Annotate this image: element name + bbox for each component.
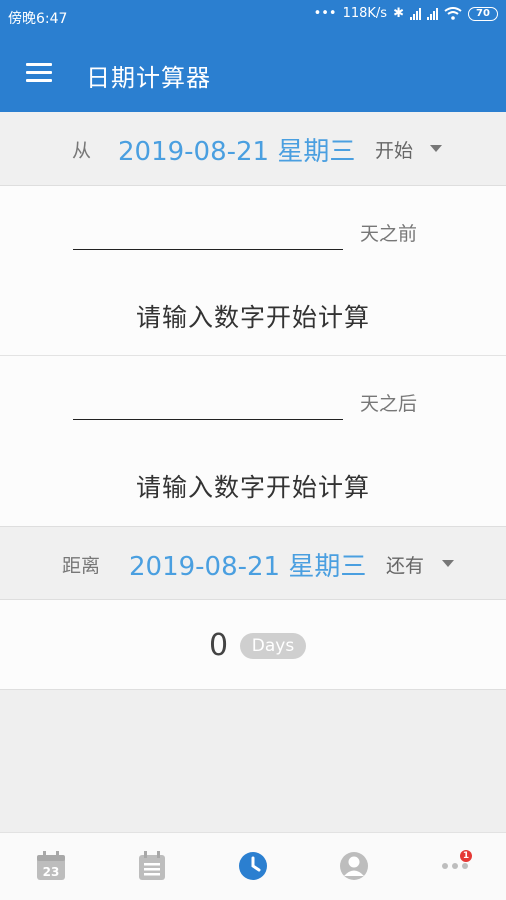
calendar-day-number: 23 — [43, 865, 60, 879]
calendar-list-icon — [139, 851, 165, 880]
wifi-icon — [444, 7, 462, 20]
page-title: 日期计算器 — [86, 64, 211, 92]
app-bar: 日期计算器 — [0, 34, 506, 112]
clock-icon — [239, 852, 267, 880]
user-avatar-icon — [340, 852, 368, 880]
distance-date-row: 距离 2019-08-21 星期三 还有 — [0, 526, 506, 600]
days-count: 0 — [209, 628, 229, 663]
distance-mode-dropdown[interactable]: 还有 — [386, 551, 424, 578]
dots-icon: ••• — [313, 6, 337, 21]
nav-user[interactable] — [303, 833, 404, 900]
days-before-suffix: 天之前 — [360, 223, 418, 245]
network-speed: 118K/s — [342, 6, 388, 21]
days-before-card: 天之前 请输入数字开始计算 — [0, 186, 506, 356]
battery-icon: 70 — [468, 6, 498, 21]
notification-badge: 1 — [460, 850, 472, 862]
signal-icon — [410, 7, 421, 20]
days-after-result-hint: 请输入数字开始计算 — [135, 473, 370, 502]
distance-label: 距离 — [62, 555, 101, 577]
status-icons: ••• 118K/s ✱ 70 — [314, 6, 498, 21]
from-mode-dropdown[interactable]: 开始 — [375, 136, 413, 163]
status-bar: 傍晚6:47 ••• 118K/s ✱ 70 — [0, 0, 506, 34]
calendar-date-icon: 23 — [37, 851, 65, 880]
from-date-picker[interactable]: 2019-08-21 星期三 — [118, 131, 355, 168]
chevron-down-icon[interactable] — [430, 145, 442, 152]
days-before-result-hint: 请输入数字开始计算 — [135, 303, 370, 332]
bluetooth-icon: ✱ — [393, 6, 404, 21]
hamburger-menu-icon[interactable] — [24, 60, 54, 84]
status-time: 傍晚6:47 — [8, 11, 68, 27]
days-after-input[interactable] — [73, 390, 343, 420]
chevron-down-icon[interactable] — [442, 560, 454, 567]
days-after-card: 天之后 请输入数字开始计算 — [0, 356, 506, 526]
days-after-suffix: 天之后 — [360, 393, 418, 415]
from-label: 从 — [72, 140, 92, 162]
hd-signal-icon — [427, 7, 438, 20]
nav-calendar-date[interactable]: 23 — [0, 833, 101, 900]
nav-clock[interactable] — [202, 833, 303, 900]
distance-date-picker[interactable]: 2019-08-21 星期三 — [129, 546, 366, 583]
bottom-nav: 23 — [0, 832, 506, 900]
nav-more[interactable] — [404, 833, 505, 900]
days-unit-badge: Days — [240, 633, 306, 659]
days-before-input[interactable] — [73, 220, 343, 250]
from-date-row: 从 2019-08-21 星期三 开始 — [0, 112, 506, 186]
nav-calendar-list[interactable] — [101, 833, 202, 900]
